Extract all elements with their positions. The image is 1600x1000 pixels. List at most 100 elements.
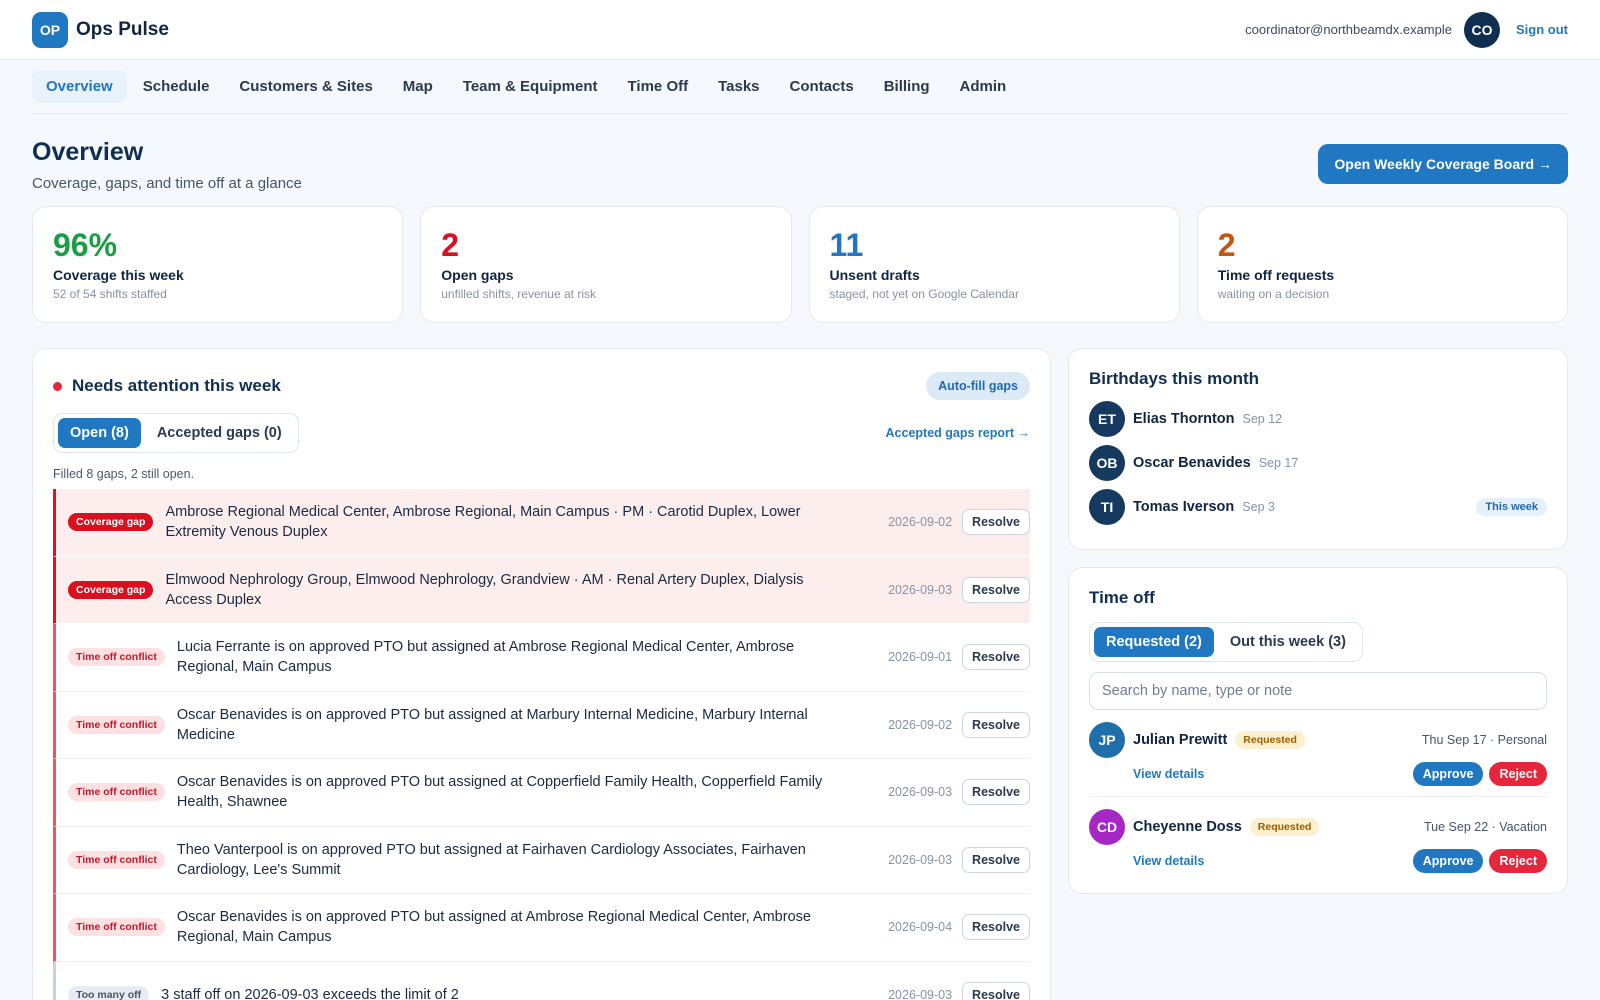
approve-button[interactable]: Approve	[1412, 762, 1484, 786]
reject-button[interactable]: Reject	[1489, 762, 1547, 786]
tab-out-this-week[interactable]: Out this week (3)	[1218, 627, 1358, 657]
nav-admin[interactable]: Admin	[946, 70, 1021, 103]
resolve-button[interactable]: Resolve	[962, 846, 1030, 873]
accepted-gaps-report-link[interactable]: Accepted gaps report →	[886, 426, 1030, 440]
attention-item-text: Lucia Ferrante is on approved PTO but as…	[176, 639, 795, 676]
kpi-subtext: staged, not yet on Google Calendar	[829, 287, 1019, 301]
time-off-conflict-badge: Time off conflict	[68, 648, 165, 667]
kpi-value: 2	[1217, 227, 1236, 263]
view-details-link[interactable]: View details	[1133, 767, 1204, 781]
user-box: coordinator@northbeamdx.example CO Sign …	[1245, 11, 1568, 48]
brand[interactable]: OP Ops Pulse	[32, 11, 169, 48]
time-off-request: CD Cheyenne Doss Requested Tue Sep 22 · …	[1089, 797, 1547, 873]
resolve-button[interactable]: Resolve	[962, 576, 1030, 603]
attention-item-text: Elmwood Nephrology Group, Elmwood Nephro…	[165, 571, 804, 608]
top-bar: OP Ops Pulse coordinator@northbeamdx.exa…	[0, 0, 1600, 60]
user-avatar[interactable]: CO	[1464, 11, 1500, 48]
nav-billing[interactable]: Billing	[870, 70, 944, 103]
kpi-row: 96% Coverage this week 52 of 54 shifts s…	[32, 206, 1568, 323]
tab-open[interactable]: Open (8)	[58, 418, 141, 448]
requested-badge: Requested	[1235, 731, 1305, 749]
nav-time-off[interactable]: Time Off	[614, 70, 703, 103]
requested-badge: Requested	[1249, 818, 1320, 836]
kpi-label: Time off requests	[1217, 267, 1335, 283]
attention-tabs: Open (8) Accepted gaps (0)	[53, 413, 299, 453]
kpi-value: 96%	[53, 227, 118, 263]
approve-button[interactable]: Approve	[1412, 849, 1484, 873]
main-content: Needs attention this week Auto-fill gaps…	[32, 348, 1568, 1000]
kpi-time-off-requests[interactable]: 2 Time off requests waiting on a decisio…	[1196, 206, 1568, 323]
attention-item-text: Ambrose Regional Medical Center, Ambrose…	[165, 504, 801, 541]
birthdays-title: Birthdays this month	[1089, 369, 1260, 388]
time-off-conflict-badge: Time off conflict	[68, 715, 165, 734]
nav-customers-sites[interactable]: Customers & Sites	[225, 70, 386, 103]
birthdays-list: ET Elias Thornton Sep 12 OB Oscar Benavi…	[1089, 397, 1547, 529]
resolve-button[interactable]: Resolve	[962, 779, 1030, 806]
right-column: Birthdays this month ET Elias Thornton S…	[1068, 348, 1568, 1000]
resolve-button[interactable]: Resolve	[962, 981, 1030, 1000]
attention-item-text: Oscar Benavides is on approved PTO but a…	[176, 706, 808, 743]
brand-name: Ops Pulse	[76, 18, 169, 40]
kpi-unsent-drafts[interactable]: 11 Unsent drafts staged, not yet on Goog…	[808, 206, 1180, 323]
avatar: JP	[1089, 722, 1125, 758]
avatar: ET	[1089, 401, 1125, 437]
needs-attention-label: Needs attention this week	[72, 376, 281, 395]
time-off-request-list: JP Julian Prewitt Requested Thu Sep 17 ·…	[1089, 710, 1547, 873]
attention-item: Time off conflict Oscar Benavides is on …	[53, 691, 1030, 759]
kpi-value: 2	[441, 227, 460, 263]
coverage-gap-badge: Coverage gap	[68, 513, 154, 532]
resolve-button[interactable]: Resolve	[962, 914, 1030, 941]
birthday-date: Sep 17	[1258, 456, 1299, 470]
too-many-off-badge: Too many off	[68, 985, 150, 1000]
resolve-button[interactable]: Resolve	[962, 509, 1030, 536]
attention-item-date: 2026-09-03	[888, 852, 953, 867]
kpi-label: Coverage this week	[53, 267, 184, 283]
nav-tasks[interactable]: Tasks	[704, 70, 773, 103]
resolve-button[interactable]: Resolve	[962, 644, 1030, 671]
needs-attention-title: Needs attention this week	[53, 376, 281, 396]
sign-out-link[interactable]: Sign out	[1516, 22, 1568, 37]
avatar: TI	[1089, 489, 1125, 525]
nav-schedule[interactable]: Schedule	[129, 70, 224, 103]
attention-item-date: 2026-09-01	[888, 650, 953, 665]
time-off-title: Time off	[1089, 588, 1155, 607]
tab-requested[interactable]: Requested (2)	[1094, 627, 1214, 657]
birthday-item: OB Oscar Benavides Sep 17	[1089, 441, 1547, 485]
main-nav: Overview Schedule Customers & Sites Map …	[32, 60, 1568, 114]
auto-fill-gaps-button[interactable]: Auto-fill gaps	[926, 372, 1030, 400]
nav-overview[interactable]: Overview	[32, 70, 127, 103]
request-name: Cheyenne Doss	[1133, 819, 1242, 835]
time-off-search-input[interactable]	[1089, 672, 1547, 710]
birthday-item: TI Tomas Iverson Sep 3 This week	[1089, 485, 1547, 529]
nav-map[interactable]: Map	[389, 70, 447, 103]
time-off-conflict-badge: Time off conflict	[68, 783, 165, 802]
time-off-request: JP Julian Prewitt Requested Thu Sep 17 ·…	[1089, 710, 1547, 797]
open-coverage-board-button[interactable]: Open Weekly Coverage Board →	[1318, 144, 1568, 184]
resolve-button[interactable]: Resolve	[962, 711, 1030, 738]
kpi-coverage[interactable]: 96% Coverage this week 52 of 54 shifts s…	[32, 206, 404, 323]
view-details-link[interactable]: View details	[1133, 854, 1204, 868]
kpi-label: Open gaps	[441, 267, 514, 283]
birthdays-card: Birthdays this month ET Elias Thornton S…	[1068, 348, 1568, 550]
nav-contacts[interactable]: Contacts	[776, 70, 868, 103]
reject-button[interactable]: Reject	[1489, 849, 1547, 873]
request-name: Julian Prewitt	[1133, 732, 1228, 748]
birthday-date: Sep 3	[1242, 500, 1275, 514]
attention-item: Time off conflict Lucia Ferrante is on a…	[53, 624, 1030, 692]
attention-tabs-row: Open (8) Accepted gaps (0) Accepted gaps…	[53, 413, 1030, 453]
page-title: Overview	[32, 138, 144, 166]
attention-item-date: 2026-09-02	[888, 717, 953, 732]
attention-item-date: 2026-09-04	[888, 920, 953, 935]
birthday-name: Oscar Benavides	[1133, 455, 1251, 471]
tab-accepted-gaps[interactable]: Accepted gaps (0)	[145, 418, 294, 448]
request-when: Tue Sep 22 · Vacation	[1424, 820, 1547, 834]
avatar: OB	[1089, 445, 1125, 481]
attention-item: Time off conflict Theo Vanterpool is on …	[53, 826, 1030, 894]
nav-team-equipment[interactable]: Team & Equipment	[449, 70, 612, 103]
kpi-open-gaps[interactable]: 2 Open gaps unfilled shifts, revenue at …	[420, 206, 792, 323]
page-subtitle: Coverage, gaps, and time off at a glance	[32, 175, 302, 192]
kpi-subtext: waiting on a decision	[1217, 287, 1330, 301]
this-week-badge: This week	[1476, 498, 1547, 516]
request-when: Thu Sep 17 · Personal	[1421, 733, 1547, 747]
attention-item-date: 2026-09-03	[888, 987, 953, 1000]
